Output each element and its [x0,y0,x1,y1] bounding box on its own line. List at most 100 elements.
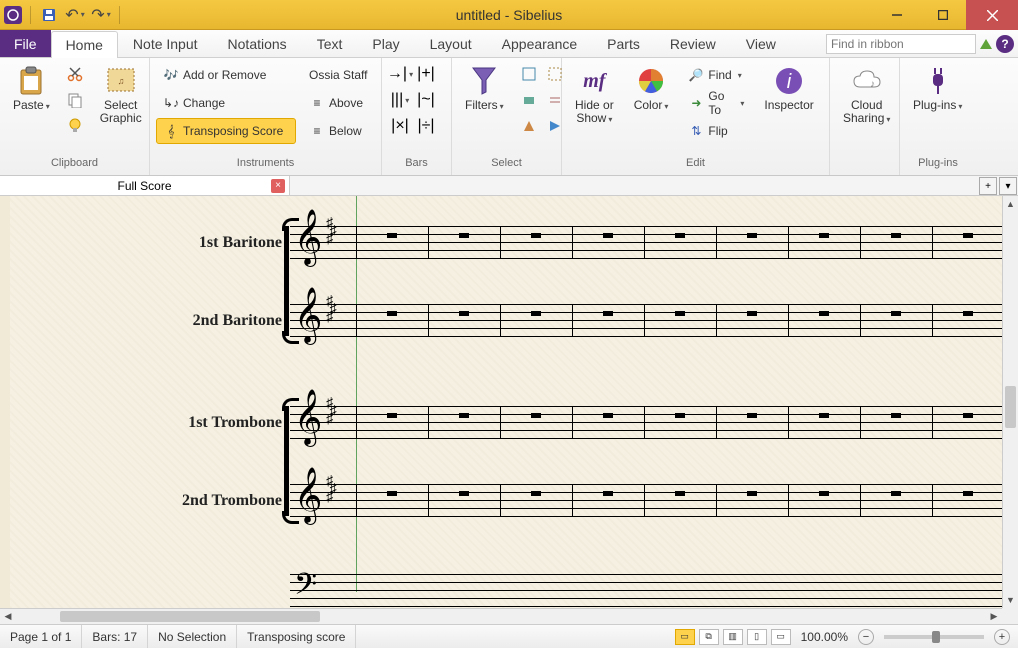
collapse-ribbon-icon[interactable] [980,39,992,49]
tab-layout[interactable]: Layout [415,30,487,57]
tab-home[interactable]: Home [51,31,118,58]
cut-icon[interactable] [63,62,87,86]
whole-rest[interactable] [531,491,541,496]
whole-rest[interactable] [963,233,973,238]
tab-view[interactable]: View [731,30,791,57]
whole-rest[interactable] [891,413,901,418]
add-bar-end-icon[interactable]: →| [388,62,412,86]
tab-note-input[interactable]: Note Input [118,30,213,57]
add-bars-icon[interactable]: ||| [388,88,412,112]
whole-rest[interactable] [891,233,901,238]
whole-rest[interactable] [747,491,757,496]
staff[interactable]: 𝄞♯ ♯♯ [290,304,1002,336]
staff[interactable]: 𝄞♯ ♯♯ [290,226,1002,258]
flip-button[interactable]: ⇅Flip [681,118,751,144]
ossia-below-button[interactable]: ≡Below [302,118,374,144]
whole-rest[interactable] [747,233,757,238]
close-button[interactable] [966,0,1018,30]
whole-rest[interactable] [819,311,829,316]
zoom-slider[interactable] [884,635,984,639]
whole-rest[interactable] [747,413,757,418]
whole-rest[interactable] [603,311,613,316]
whole-rest[interactable] [603,413,613,418]
tab-text[interactable]: Text [302,30,358,57]
whole-rest[interactable] [603,233,613,238]
minimize-button[interactable] [874,0,920,30]
whole-rest[interactable] [387,311,397,316]
hide-show-button[interactable]: mf Hide or Show [568,62,621,129]
irregular-bar-icon[interactable]: |~| [414,88,438,112]
whole-rest[interactable] [963,491,973,496]
tab-appearance[interactable]: Appearance [487,30,593,57]
add-bar-icon[interactable]: |+| [414,62,438,86]
add-remove-button[interactable]: 🎶Add or Remove [156,62,296,88]
select-bars-icon[interactable] [517,88,541,112]
scroll-thumb[interactable] [1005,386,1016,428]
whole-rest[interactable] [459,233,469,238]
staff[interactable]: 𝄞♯ ♯♯ [290,406,1002,438]
score-canvas[interactable]: 1st Baritone𝄞♯ ♯♯2nd Baritone𝄞♯ ♯♯1st Tr… [0,196,1018,624]
whole-rest[interactable] [459,413,469,418]
split-bar-icon[interactable]: |÷| [414,114,438,138]
goto-button[interactable]: ➜Go To [681,90,751,116]
whole-rest[interactable] [963,311,973,316]
idea-icon[interactable] [63,114,87,138]
view-vertical-icon[interactable]: ▯ [747,629,767,645]
whole-rest[interactable] [891,311,901,316]
plugins-button[interactable]: Plug-ins [906,62,969,116]
find-button[interactable]: 🔎Find [681,62,751,88]
whole-rest[interactable] [819,233,829,238]
horizontal-scrollbar[interactable]: ◀ ▶ [0,608,1002,624]
view-pages-icon[interactable]: ▥ [723,629,743,645]
select-graphic-button[interactable]: ♫ Select Graphic [93,62,149,128]
vertical-scrollbar[interactable]: ▲ ▼ [1002,196,1018,608]
zoom-in-icon[interactable]: + [994,629,1010,645]
ossia-above-button[interactable]: ≡Above [302,90,374,116]
view-single-icon[interactable]: ▭ [675,629,695,645]
whole-rest[interactable] [603,491,613,496]
help-icon[interactable]: ? [996,35,1014,53]
transposing-score-button[interactable]: 𝄞Transposing Score [156,118,296,144]
whole-rest[interactable] [891,491,901,496]
save-icon[interactable] [39,5,59,25]
view-spread-icon[interactable]: ⧉ [699,629,719,645]
delete-bar-icon[interactable]: |×| [388,114,412,138]
whole-rest[interactable] [675,311,685,316]
inspector-button[interactable]: i Inspector [757,62,820,115]
whole-rest[interactable] [819,413,829,418]
tab-play[interactable]: Play [357,30,414,57]
undo-icon[interactable]: ↶ [65,5,85,25]
whole-rest[interactable] [675,413,685,418]
scroll-right-icon[interactable]: ▶ [986,609,1002,624]
color-button[interactable]: Color [627,62,676,116]
scroll-up-icon[interactable]: ▲ [1003,196,1018,212]
tab-notations[interactable]: Notations [213,30,302,57]
whole-rest[interactable] [747,311,757,316]
whole-rest[interactable] [531,233,541,238]
view-panorama-icon[interactable]: ▭ [771,629,791,645]
whole-rest[interactable] [387,491,397,496]
change-button[interactable]: ↳♪Change [156,90,296,116]
redo-icon[interactable]: ↷ [91,5,111,25]
tab-parts[interactable]: Parts [592,30,655,57]
scroll-thumb[interactable] [60,611,320,622]
select-all-icon[interactable] [517,62,541,86]
whole-rest[interactable] [675,491,685,496]
doc-tab-fullscore[interactable]: Full Score × [0,176,290,195]
file-menu[interactable]: File [0,30,51,57]
copy-icon[interactable] [63,88,87,112]
maximize-button[interactable] [920,0,966,30]
scroll-left-icon[interactable]: ◀ [0,609,16,624]
staff[interactable]: 𝄢 [290,574,1002,606]
paste-button[interactable]: Paste [6,62,57,116]
status-page[interactable]: Page 1 of 1 [0,625,82,648]
whole-rest[interactable] [819,491,829,496]
cloud-sharing-button[interactable]: ♪ Cloud Sharing [836,62,897,129]
whole-rest[interactable] [531,311,541,316]
whole-rest[interactable] [459,311,469,316]
staff[interactable]: 𝄞♯ ♯♯ [290,484,1002,516]
zoom-out-icon[interactable]: − [858,629,874,645]
whole-rest[interactable] [387,233,397,238]
whole-rest[interactable] [459,491,469,496]
status-bars[interactable]: Bars: 17 [82,625,148,648]
